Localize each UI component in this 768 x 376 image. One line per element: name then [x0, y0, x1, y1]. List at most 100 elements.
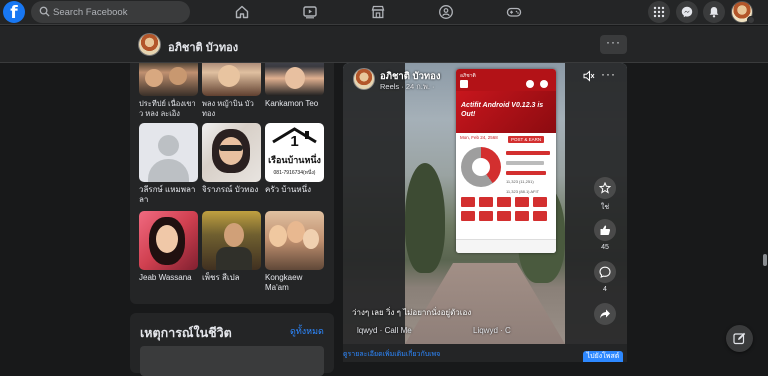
reel-star-action[interactable]: ใช่ [594, 177, 616, 213]
actifit-app-screenshot: อภิชาติ Actifit Android V0.12.3 is Out! … [456, 69, 556, 253]
friend-item[interactable]: เพ็ชร สีเปล [202, 211, 261, 283]
home-icon[interactable] [234, 4, 250, 20]
friend-name[interactable]: Kongkaew Ma'am [265, 273, 324, 293]
app-bottom-nav [456, 239, 556, 253]
life-events-card: เหตุการณ์ในชีวิต ดูทั้งหมด [130, 313, 334, 376]
app-icon [526, 80, 534, 88]
stat-bar [506, 151, 550, 155]
app-afit-text: 11,323 (88.1) AFIT [506, 189, 540, 194]
account-chevron-icon [747, 16, 755, 24]
stat-bar [506, 161, 544, 165]
app-date: Mon, Feb 24, 2568 POST & EARN [456, 133, 556, 143]
reel-star-label: ใช่ [600, 204, 610, 211]
friend-item[interactable]: 1 เรือนบ้านหนึ่ง 081-7916734(หนึ่ง) ครัว… [265, 123, 324, 195]
trophy-icon [460, 80, 468, 88]
friend-item[interactable]: วลีรกษ์ แหมพลาลา [139, 123, 198, 205]
like-count: 45 [601, 244, 609, 251]
friends-card: ประทีปย์ เนื่องเขาว หลง ละเอิง พลง หญ้าบ… [130, 63, 334, 304]
menu-grid-icon [653, 6, 665, 18]
friend-photo[interactable] [139, 63, 198, 96]
reel-music-right[interactable]: Liqwyd · C [473, 326, 511, 335]
friend-photo-house-logo[interactable]: 1 เรือนบ้านหนึ่ง 081-7916734(หนึ่ง) [265, 123, 324, 182]
friend-name[interactable]: วลีรกษ์ แหมพลาลา [139, 185, 198, 205]
life-event-item[interactable] [140, 346, 324, 376]
post-earn-button: POST & EARN [508, 136, 545, 143]
post-more-button[interactable]: ··· [601, 67, 616, 81]
comment-icon [599, 266, 611, 278]
post-author-avatar[interactable] [353, 68, 375, 90]
video-letterbox-left [343, 63, 405, 344]
friend-item[interactable]: พลง หญ้าบิน บัว ทอง [202, 63, 261, 119]
life-events-see-all-link[interactable]: ดูทั้งหมด [290, 324, 324, 338]
facebook-logo[interactable]: f [3, 1, 25, 23]
house-logo-phone: 081-7916734(หนึ่ง) [273, 170, 316, 176]
friend-name[interactable]: Jeab Wassana [139, 273, 198, 283]
menu-button[interactable] [648, 1, 670, 23]
friend-photo[interactable] [139, 211, 198, 270]
profile-name[interactable]: อภิชาติ บัวทอง [168, 38, 238, 56]
friend-name[interactable]: ประทีปย์ เนื่องเขาว หลง ละเอิง [139, 99, 198, 119]
account-avatar[interactable] [731, 1, 755, 24]
search-input[interactable] [53, 1, 183, 23]
friend-photo[interactable] [202, 211, 261, 270]
friend-item[interactable]: Kankamon Teo [265, 63, 324, 109]
reel-star-icon [599, 182, 611, 194]
friend-name[interactable]: จิราภรณ์ บัวทอง [202, 185, 261, 195]
page-scrollbar[interactable] [762, 63, 768, 362]
like-action[interactable]: 45 [594, 219, 616, 251]
post-meta: Reels · 24 ก.พ. · [380, 82, 435, 91]
reel-caption: ว่างๆ เลย วิ่ง ๆ ไม่อยากนั่งอยู่ตัวเอง [352, 308, 472, 317]
marketplace-icon[interactable] [370, 4, 386, 20]
house-logo-text: เรือนบ้านหนึ่ง [268, 155, 321, 165]
house-logo-number: 1 [290, 133, 299, 150]
friend-photo-default[interactable] [139, 123, 198, 182]
search-box[interactable] [31, 1, 190, 23]
friend-name[interactable]: เพ็ชร สีเปล [202, 273, 261, 283]
top-navigation-bar: f [0, 0, 768, 25]
app-banner: Actifit Android V0.12.3 is Out! [456, 91, 556, 133]
page-info-link[interactable]: ดูรายละเอียดเพิ่มเติมเกี่ยวกับเพจ [343, 349, 440, 360]
messenger-button[interactable] [676, 1, 698, 23]
friend-item[interactable]: จิราภรณ์ บัวทอง [202, 123, 261, 195]
friend-item[interactable]: ประทีปย์ เนื่องเขาว หลง ละเอิง [139, 63, 198, 119]
app-header: อภิชาติ [456, 69, 556, 91]
comment-action[interactable]: 4 [594, 261, 616, 293]
friend-name[interactable]: Kankamon Teo [265, 99, 324, 109]
groups-icon[interactable] [438, 4, 454, 20]
friend-photo[interactable] [265, 63, 324, 96]
activity-donut-chart [461, 147, 501, 187]
app-icon [540, 80, 548, 88]
watch-icon[interactable] [302, 4, 318, 20]
friend-name[interactable]: พลง หญ้าบิน บัว ทอง [202, 99, 261, 119]
profile-avatar[interactable] [138, 33, 161, 56]
mute-icon[interactable] [583, 70, 595, 82]
share-action[interactable] [594, 303, 616, 325]
share-icon [600, 309, 610, 319]
friend-name[interactable]: ครัว บ้านหนึ่ง [265, 185, 324, 195]
life-events-title: เหตุการณ์ในชีวิต [140, 326, 232, 340]
go-to-post-button[interactable]: ไปยังโพสต์ [583, 351, 623, 362]
notifications-button[interactable] [703, 1, 725, 23]
reel-music-left[interactable]: lqwyd · Call Me [357, 326, 412, 335]
stat-bar [506, 171, 546, 175]
like-icon [600, 225, 611, 235]
profile-more-button[interactable]: ··· [600, 35, 627, 54]
post-footer: ดูรายละเอียดเพิ่มเติมเกี่ยวกับเพจ ไปยังโ… [343, 344, 627, 362]
scrollbar-thumb[interactable] [763, 254, 767, 266]
reel-post-card: อภิชาติ Actifit Android V0.12.3 is Out! … [343, 63, 627, 362]
reel-video[interactable]: อภิชาติ Actifit Android V0.12.3 is Out! … [343, 63, 627, 344]
bell-icon [709, 7, 719, 18]
friend-item[interactable]: Kongkaew Ma'am [265, 211, 324, 293]
search-icon [39, 6, 50, 17]
gaming-icon[interactable] [506, 4, 522, 20]
comment-count: 4 [603, 286, 607, 293]
friend-item[interactable]: Jeab Wassana [139, 211, 198, 283]
app-date-text: Mon, Feb 24, 2568 [460, 135, 498, 140]
new-message-button[interactable] [726, 325, 753, 352]
friend-photo[interactable] [265, 211, 324, 270]
tree-decoration [405, 163, 445, 273]
compose-icon [733, 332, 746, 345]
messenger-icon [681, 6, 693, 18]
friend-photo[interactable] [202, 123, 261, 182]
friend-photo[interactable] [202, 63, 261, 96]
